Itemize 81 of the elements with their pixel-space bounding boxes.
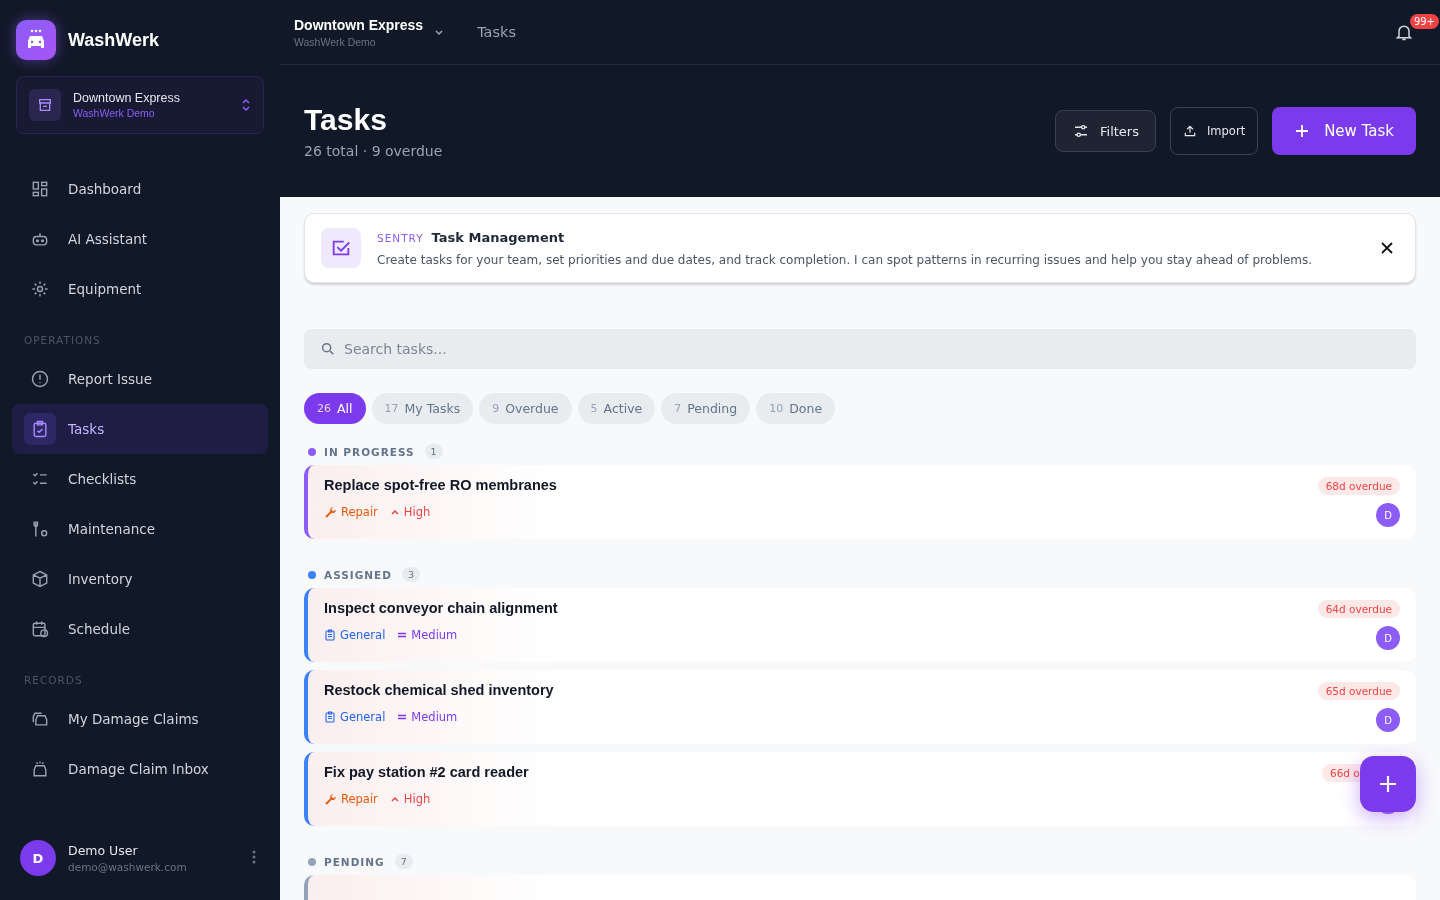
sidebar-item[interactable]: My Damage Claims	[12, 694, 268, 744]
section-heading: RECORDS	[23, 673, 84, 688]
search-field[interactable]: Search tasks...	[304, 329, 1416, 369]
brand-name: WashWerk	[68, 29, 160, 51]
equals-icon	[397, 630, 408, 640]
chevron-up-down-icon	[241, 97, 251, 113]
filter-chip[interactable]: 5 Active	[577, 393, 656, 424]
filters-button[interactable]: Filters	[1055, 110, 1156, 152]
banner-tag: SENTRY	[377, 231, 424, 244]
clipboard-icon	[24, 413, 56, 445]
location-switcher[interactable]: Downtown Express WashWerk Demo	[16, 76, 264, 134]
priority-label: High	[389, 792, 431, 806]
sidebar-item[interactable]: Maintenance	[12, 504, 268, 554]
clipboard-icon	[324, 629, 336, 641]
group-count: 7	[394, 854, 413, 869]
sidebar-item[interactable]: Report Issue	[12, 354, 268, 404]
banner-title: Task Management	[431, 229, 565, 245]
search-icon	[320, 341, 336, 357]
chevron-up-icon	[389, 507, 400, 517]
task-card[interactable]: Replace spot-free RO membranes Repair High 68d overdue D	[304, 465, 1416, 539]
new-task-button[interactable]: New Task	[1272, 107, 1416, 155]
user-email: demo@washwerk.com	[68, 861, 188, 873]
clipboard-icon	[324, 711, 336, 723]
task-card[interactable]: Inspect conveyor chain alignment General Medium 64d overdue D	[304, 588, 1416, 662]
location-dropdown[interactable]: Downtown Express WashWerk Demo	[288, 15, 452, 49]
equals-icon	[397, 712, 408, 722]
category-label: General	[324, 628, 386, 642]
user-name: Demo User	[68, 843, 139, 858]
banner-text: Create tasks for your team, set priorities and due dates, and track completion. I can spot patterns in recurring issues and help you stay ahead of problems.	[377, 252, 1314, 267]
checkbox-icon	[321, 228, 361, 268]
category-label: Repair	[324, 792, 378, 806]
plus-icon	[1294, 123, 1311, 139]
task-title: Replace spot-free RO membranes	[324, 477, 557, 493]
group-count: 1	[424, 444, 443, 459]
chevron-up-icon	[389, 794, 400, 804]
sidebar-item[interactable]: Damage Claim Inbox	[12, 744, 268, 794]
task-title: Fix pay station #2 card reader	[324, 764, 529, 780]
filter-chip[interactable]: 10 Done	[756, 393, 836, 424]
task-title: Inspect conveyor chain alignment	[324, 600, 558, 616]
page-title: Tasks	[304, 103, 388, 137]
category-label: General	[324, 710, 386, 724]
notification-count: 99+	[1409, 14, 1439, 29]
sliders-icon	[1072, 122, 1090, 140]
sidebar-item[interactable]: Inventory	[12, 554, 268, 604]
sidebar-item[interactable]: Checklists	[12, 454, 268, 504]
group-title: IN PROGRESS	[324, 445, 415, 458]
filter-chip[interactable]: 9 Overdue	[479, 393, 572, 424]
add-fab-button[interactable]	[1360, 756, 1416, 812]
filter-chip[interactable]: 17 My Tasks	[371, 393, 474, 424]
group-title: PENDING	[324, 855, 385, 868]
priority-label: High	[389, 505, 431, 519]
task-card[interactable]: Fix pay station #2 card reader Repair High 66d o	[304, 752, 1416, 826]
upload-icon	[1182, 124, 1197, 138]
priority-label: Medium	[397, 710, 458, 724]
filter-chip[interactable]: 7 Pending	[661, 393, 751, 424]
sidebar-item[interactable]: Equipment	[12, 264, 268, 314]
store-icon	[29, 89, 61, 121]
category-label: Repair	[324, 505, 378, 519]
sidebar-item[interactable]: Tasks	[12, 404, 268, 454]
sidebar-item[interactable]: Schedule	[12, 604, 268, 654]
section-heading: OPERATIONS	[23, 333, 102, 348]
assignee-avatar: D	[1376, 708, 1400, 732]
breadcrumb: Tasks	[477, 24, 516, 40]
plus-icon	[1378, 774, 1398, 794]
car-wash-logo-icon	[16, 20, 56, 60]
page-subtitle: 26 total · 9 overdue	[304, 143, 443, 159]
task-card[interactable]: Restock chemical shed inventory General Medium 65d overdue D	[304, 670, 1416, 744]
sidebar-item[interactable]: AI Assistant	[12, 214, 268, 264]
group-title: ASSIGNED	[324, 568, 392, 581]
sidebar-item[interactable]: Dashboard	[12, 164, 268, 214]
group-count: 3	[402, 567, 421, 582]
assignee-avatar: D	[1376, 626, 1400, 650]
user-avatar: D	[20, 840, 56, 876]
overdue-badge: 65d overdue	[1317, 682, 1400, 700]
task-title: Restock chemical shed inventory	[324, 682, 554, 698]
overdue-badge: 68d overdue	[1317, 477, 1400, 495]
assignee-avatar: D	[1376, 503, 1400, 527]
filter-chip[interactable]: 26 All	[304, 393, 366, 424]
import-button[interactable]: Import	[1169, 107, 1259, 155]
priority-label: Medium	[397, 628, 458, 642]
overdue-badge: 64d overdue	[1317, 600, 1400, 618]
